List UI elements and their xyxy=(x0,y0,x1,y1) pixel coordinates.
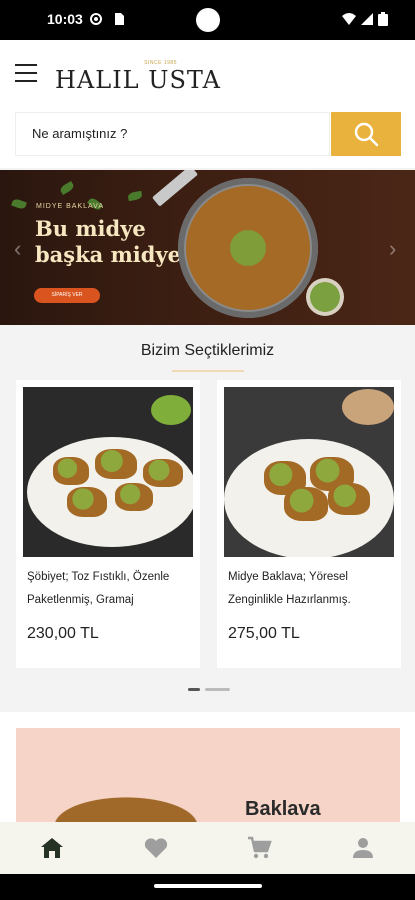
account-icon[interactable] xyxy=(349,834,377,862)
banner-subtitle: MIDYE BAKLAVA xyxy=(36,203,104,210)
carousel-next-icon[interactable]: › xyxy=(389,236,396,262)
bottom-navigation xyxy=(0,822,415,874)
status-bar: 10:03 xyxy=(0,0,415,40)
product-name: Midye Baklava; Yöresel Zenginlikle Hazır… xyxy=(228,571,351,606)
search-input[interactable]: Ne aramıştınız ? xyxy=(15,112,330,156)
brand-logo[interactable]: SINCE 1985 HALIL USTA xyxy=(55,60,220,96)
search-button[interactable] xyxy=(331,112,401,156)
search-icon xyxy=(354,122,379,147)
section-title: Bizim Seçtiklerimiz xyxy=(140,342,275,359)
product-card[interactable]: Şöbiyet; Toz Fıstıklı, Özenle Paketlenmi… xyxy=(16,380,200,668)
settings-status-icon xyxy=(90,13,102,25)
product-name: Şöbiyet; Toz Fıstıklı, Özenle Paketlenmi… xyxy=(27,571,170,606)
banner-order-button[interactable]: SİPARİŞ VER xyxy=(34,288,100,303)
carousel-prev-icon[interactable]: ‹ xyxy=(14,236,21,262)
banner-headline: Bu midye başka midye xyxy=(35,216,182,267)
pistachio-bowl-image xyxy=(306,278,344,316)
carousel-pagination xyxy=(188,688,230,692)
app-screen: 10:03 SINCE 1985 HALIL USTA Ne aramıştın… xyxy=(0,0,415,900)
status-time: 10:03 xyxy=(47,11,83,27)
product-image xyxy=(23,387,193,557)
search-bar: Ne aramıştınız ? xyxy=(0,112,415,168)
product-card[interactable]: Midye Baklava; Yöresel Zenginlikle Hazır… xyxy=(217,380,401,668)
pagination-dot[interactable] xyxy=(205,688,230,691)
baklava-tray-image xyxy=(178,178,318,318)
gesture-navigation-bar xyxy=(0,874,415,900)
product-price: 275,00 TL xyxy=(228,625,300,642)
section-title-underline xyxy=(172,370,244,372)
knife-image xyxy=(151,170,199,207)
home-gesture-handle[interactable] xyxy=(154,884,262,888)
logo-text: HALIL USTA xyxy=(55,66,221,94)
home-icon[interactable] xyxy=(38,834,66,862)
product-price: 230,00 TL xyxy=(27,625,99,642)
heart-icon[interactable] xyxy=(142,834,170,862)
promo-banner-carousel[interactable]: MIDYE BAKLAVA Bu midye başka midye SİPAR… xyxy=(0,170,415,325)
pagination-dot-active[interactable] xyxy=(188,688,200,691)
camera-cutout xyxy=(196,8,220,32)
category-title: Baklava xyxy=(245,798,321,820)
battery-icon xyxy=(378,12,388,26)
sim-status-icon xyxy=(115,13,124,25)
category-promo[interactable]: Baklava xyxy=(0,712,415,822)
product-image xyxy=(224,387,394,557)
wifi-icon xyxy=(342,13,356,25)
cart-icon[interactable] xyxy=(245,834,273,862)
baklava-image xyxy=(26,786,226,822)
signal-icon xyxy=(361,13,373,25)
app-header: SINCE 1985 HALIL USTA xyxy=(0,40,415,112)
hamburger-menu-icon[interactable] xyxy=(15,64,37,84)
category-promo-banner[interactable]: Baklava xyxy=(16,728,400,822)
